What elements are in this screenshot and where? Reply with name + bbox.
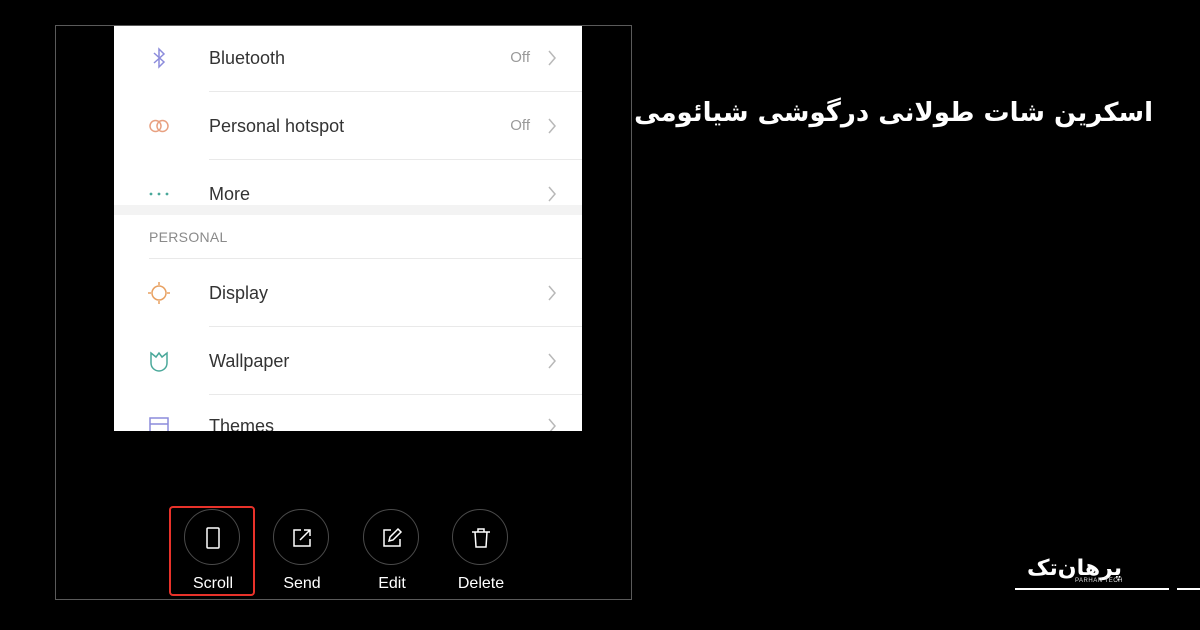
settings-row-label: Wallpaper — [209, 351, 290, 371]
send-label: Send — [283, 575, 321, 592]
scroll-highlight-box — [169, 506, 255, 596]
edit-label: Edit — [378, 575, 406, 592]
settings-row-label: More — [209, 184, 251, 204]
screenshot-action-bar: Scroll Send Edit Delete — [56, 504, 633, 600]
settings-row-wallpaper[interactable]: Wallpaper — [114, 327, 582, 395]
more-dots-icon — [149, 192, 169, 196]
settings-row-bluetooth[interactable]: Bluetooth Off — [114, 26, 582, 92]
chevron-right-icon — [548, 353, 556, 369]
chevron-right-icon — [548, 50, 556, 66]
chevron-right-icon — [548, 418, 556, 431]
delete-button-circle[interactable] — [452, 509, 508, 565]
screenshot-preview-frame: Bluetooth Off Personal hotspot Off More … — [55, 25, 632, 600]
chevron-right-icon — [548, 118, 556, 134]
section-header-personal: PERSONAL — [149, 229, 228, 245]
logo-underline-short — [1177, 588, 1200, 590]
logo-subtitle: PARHAN TECH — [1075, 578, 1123, 584]
edit-pencil-icon — [383, 527, 403, 547]
wallpaper-tulip-icon — [150, 351, 168, 372]
section-separator — [114, 205, 582, 215]
send-button[interactable]: Send — [260, 504, 344, 600]
delete-trash-icon — [472, 528, 490, 548]
chevron-right-icon — [548, 186, 556, 202]
bluetooth-icon — [153, 47, 166, 69]
chevron-right-icon — [548, 285, 556, 301]
settings-row-label: Personal hotspot — [209, 116, 345, 136]
themes-icon — [149, 417, 169, 431]
settings-row-personal-hotspot[interactable]: Personal hotspot Off — [114, 92, 582, 160]
page-headline: اسکرین شات طولانی درگوشی شیائومی — [634, 98, 1153, 128]
logo-underline — [1015, 588, 1169, 590]
send-button-circle[interactable] — [273, 509, 329, 565]
hotspot-icon — [149, 119, 169, 133]
delete-button[interactable]: Delete — [439, 504, 523, 600]
display-sun-icon — [148, 282, 170, 304]
status-value: Off — [510, 117, 530, 134]
settings-row-label: Display — [209, 283, 269, 303]
settings-row-label: Bluetooth — [209, 48, 286, 68]
brand-logo: پرهان‌تک PARHAN TECH — [1015, 556, 1200, 596]
settings-row-label: Themes — [209, 416, 275, 431]
settings-row-themes[interactable]: Themes — [114, 392, 582, 431]
send-share-icon — [293, 529, 311, 547]
settings-row-more[interactable]: More — [114, 160, 582, 228]
edit-button[interactable]: Edit — [350, 504, 434, 600]
edit-button-circle[interactable] — [363, 509, 419, 565]
settings-row-display[interactable]: Display — [114, 259, 582, 327]
status-value: Off — [510, 49, 530, 66]
settings-screen[interactable]: Bluetooth Off Personal hotspot Off More … — [114, 26, 582, 431]
delete-label: Delete — [457, 575, 505, 592]
